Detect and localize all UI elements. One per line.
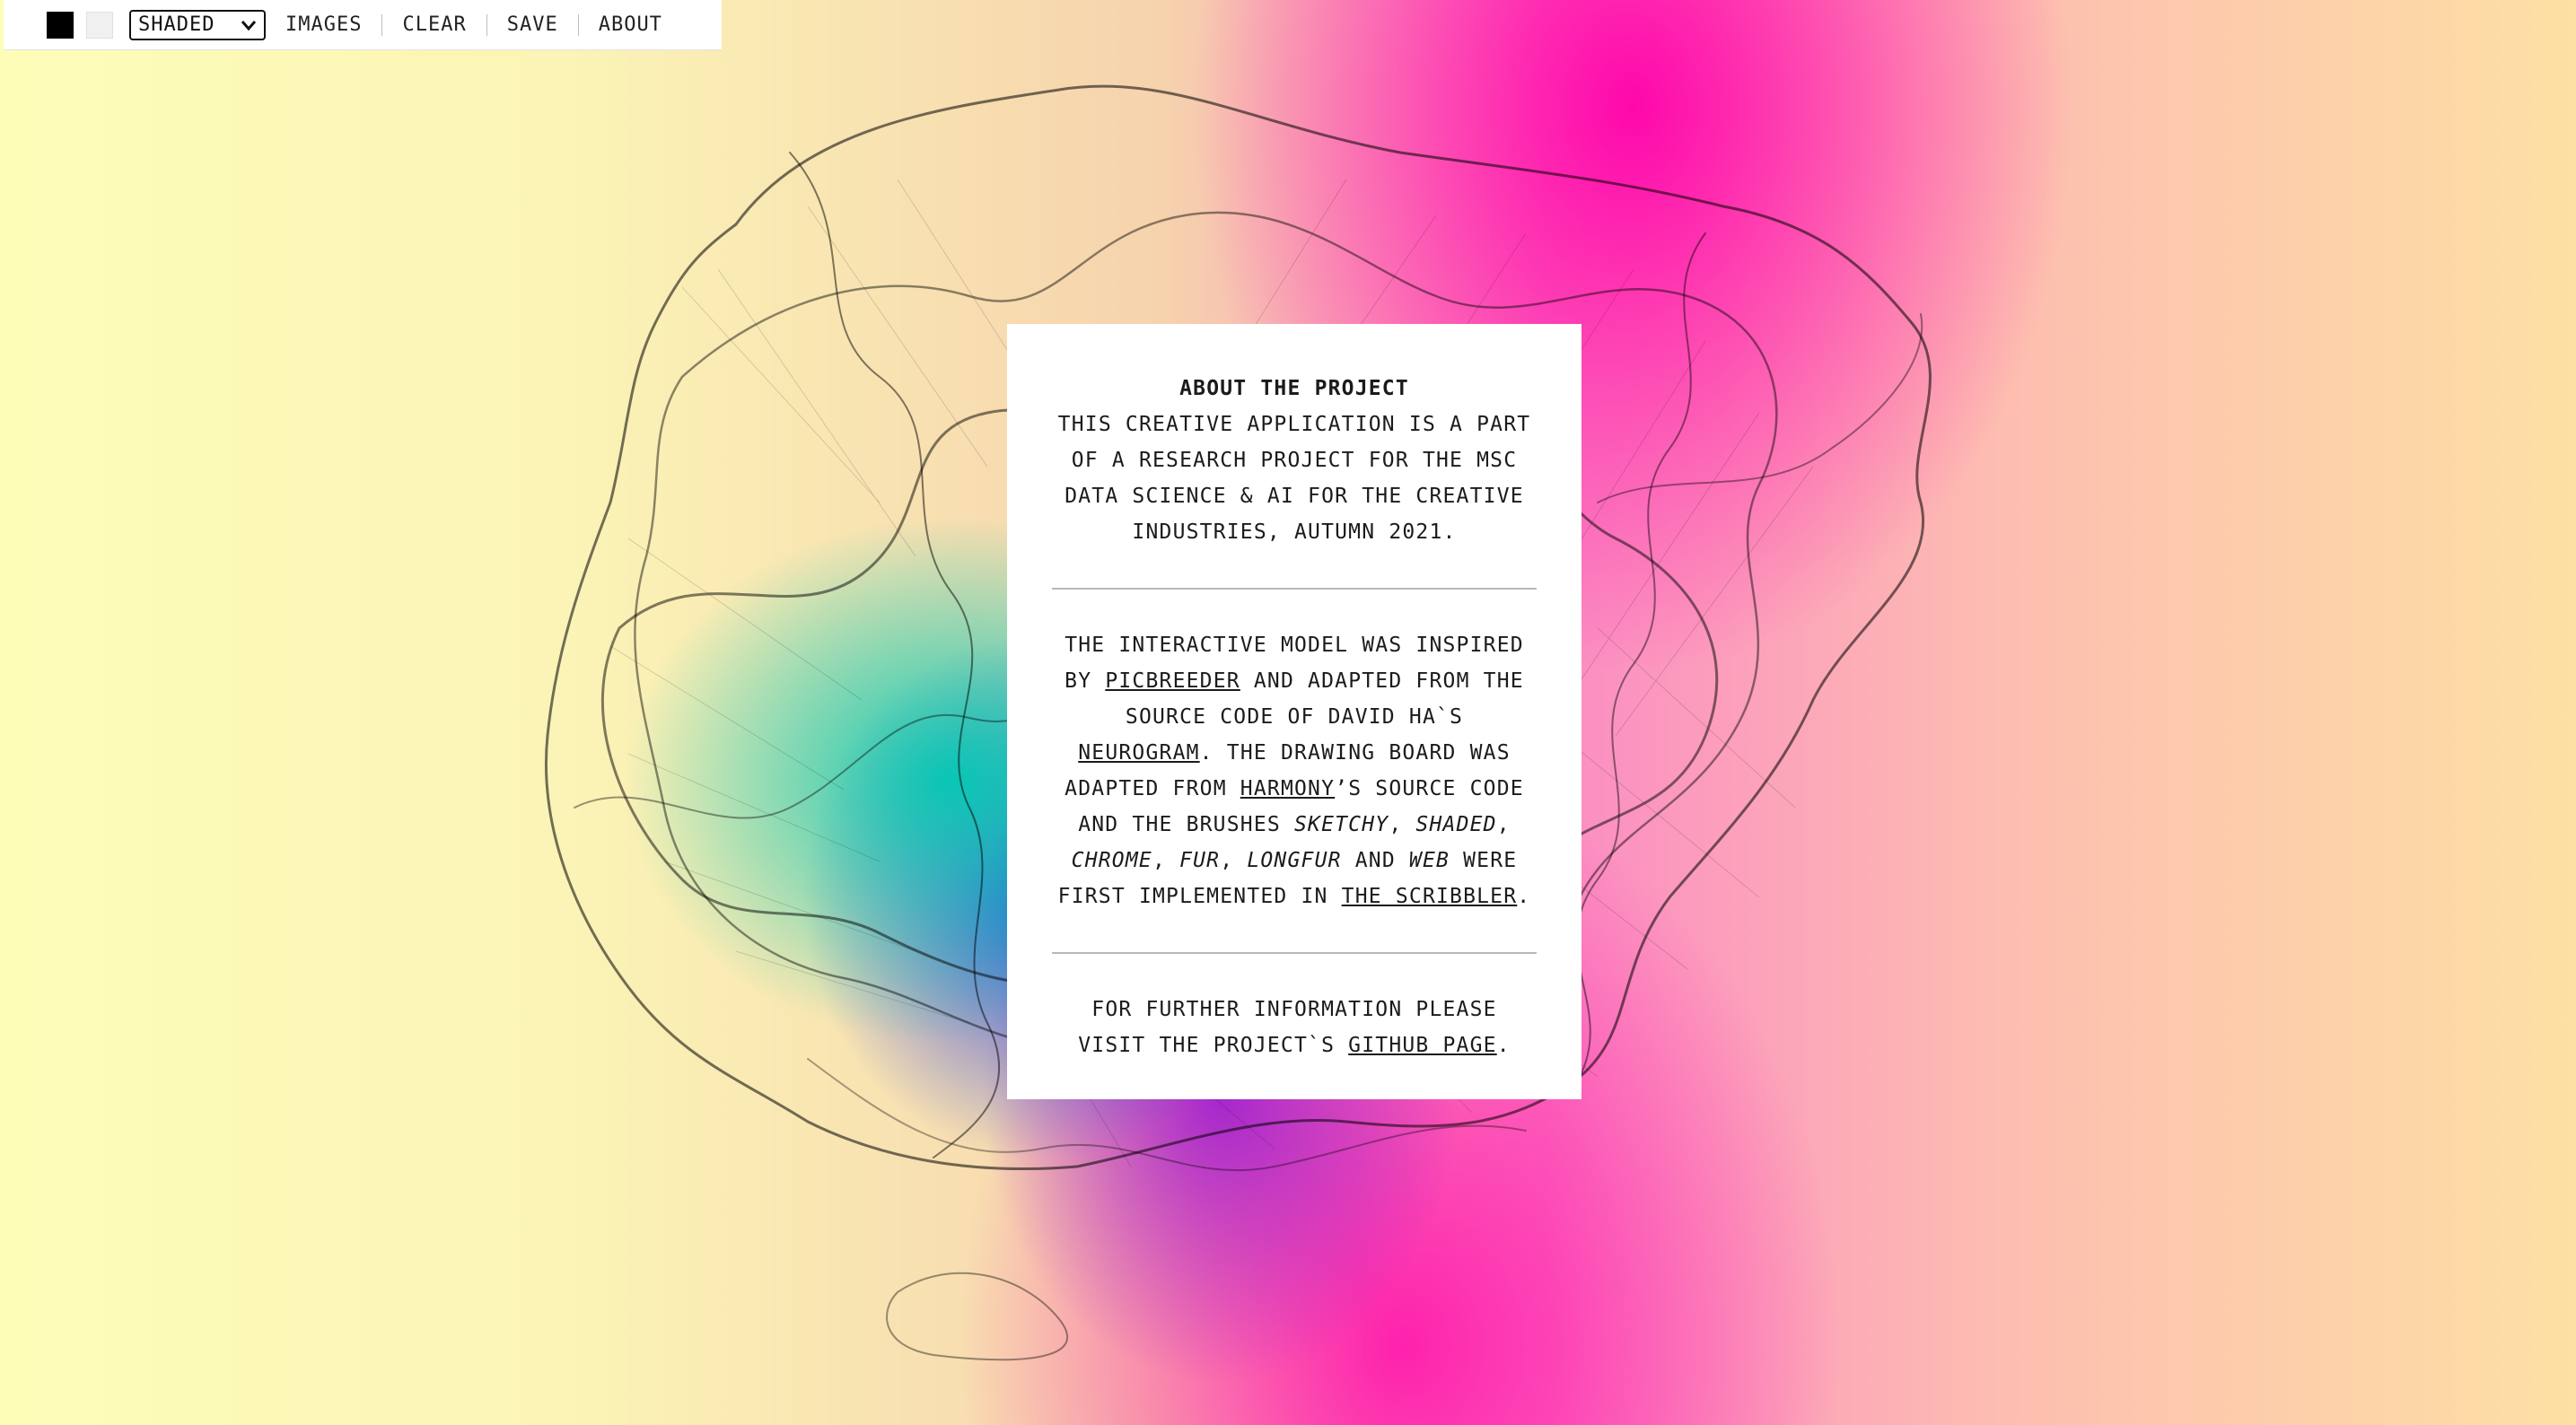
brush-name-shaded: SHADED [1415,813,1497,836]
credits-text: , [1152,849,1180,872]
about-dialog: ABOUT THE PROJECT THIS CREATIVE APPLICAT… [1007,324,1582,1099]
brush-select-value: SHADED [138,13,215,36]
background-color-swatch[interactable] [86,11,113,39]
github-page-link[interactable]: GITHUB PAGE [1348,1034,1497,1057]
brush-name-sketchy: SKETCHY [1293,813,1389,836]
about-intro: THIS CREATIVE APPLICATION IS A PART OF A… [1057,413,1531,544]
brush-select[interactable]: SHADED [129,9,266,40]
images-button[interactable]: IMAGES [266,13,381,36]
credits-text: , [1389,813,1416,836]
picbreeder-link[interactable]: PICBREEDER [1105,669,1240,693]
credits-text: , [1220,849,1248,872]
about-title: ABOUT THE PROJECT [1179,377,1409,400]
toolbar: SHADED IMAGES CLEAR SAVE ABOUT [4,0,722,50]
about-further-info: FOR FURTHER INFORMATION PLEASE VISIT THE… [1052,992,1537,1063]
about-credits: THE INTERACTIVE MODEL WAS INSPIRED BY PI… [1052,627,1537,914]
about-button[interactable]: ABOUT [579,13,682,36]
save-button[interactable]: SAVE [487,13,578,36]
credits-text: . [1517,885,1531,908]
brush-name-web: WEB [1408,849,1450,872]
credits-text: AND [1341,849,1409,872]
divider [1052,588,1537,590]
brush-name-longfur: LONGFUR [1247,849,1342,872]
chevron-down-icon [241,20,257,31]
credits-text: , [1496,813,1511,836]
divider [1052,952,1537,954]
foreground-color-swatch[interactable] [47,11,74,39]
neurogram-link[interactable]: NEUROGRAM [1078,741,1199,765]
scribbler-link[interactable]: THE SCRIBBLER [1342,885,1518,908]
clear-button[interactable]: CLEAR [382,13,486,36]
brush-name-chrome: CHROME [1071,849,1152,872]
further-info-text: . [1496,1034,1511,1057]
brush-name-fur: FUR [1179,849,1221,872]
harmony-link[interactable]: HARMONY [1240,777,1335,800]
